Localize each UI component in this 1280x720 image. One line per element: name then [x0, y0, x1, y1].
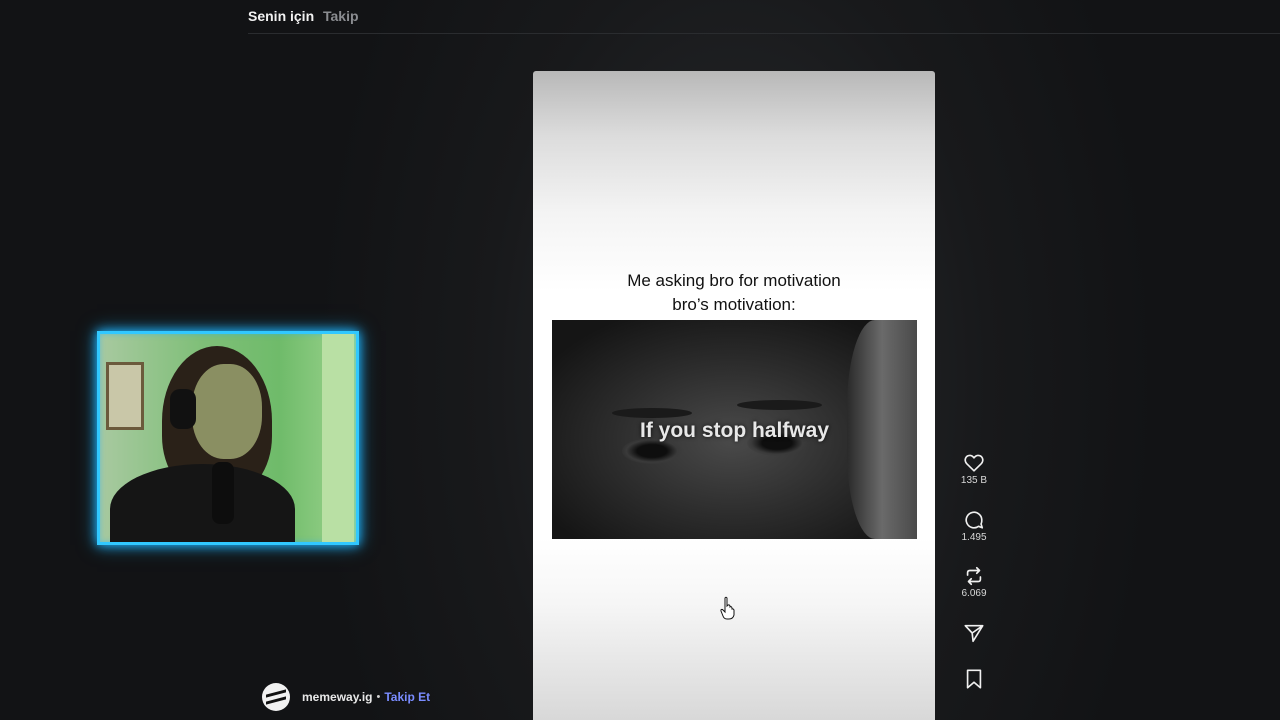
follow-button[interactable]: Takip Et — [384, 690, 430, 704]
memeway-logo-icon — [266, 689, 286, 705]
comment-icon — [965, 511, 984, 529]
tab-following[interactable]: Takip — [323, 8, 359, 24]
share-button[interactable] — [951, 622, 997, 644]
hand-cursor-icon — [720, 596, 735, 620]
repost-icon — [966, 566, 982, 586]
repost-button[interactable]: 6.069 — [951, 565, 997, 599]
microphone — [212, 462, 234, 524]
send-icon — [964, 624, 984, 643]
clip-brow-right — [737, 400, 822, 410]
tab-for-you[interactable]: Senin için — [248, 8, 314, 24]
author-separator: • — [376, 691, 381, 703]
headset — [170, 389, 196, 429]
comment-button[interactable]: 1.495 — [951, 509, 997, 543]
save-button[interactable] — [951, 668, 997, 690]
like-count: 135 B — [960, 475, 988, 486]
post-author: memeway.ig • Takip Et — [262, 683, 430, 711]
wall-picture — [106, 362, 144, 430]
clip-brow-left — [612, 408, 692, 418]
heart-icon — [964, 454, 984, 472]
streamer-shirt — [110, 464, 295, 542]
author-avatar[interactable] — [262, 683, 290, 711]
video-player[interactable]: Me asking bro for motivation bro’s motiv… — [533, 71, 935, 720]
clip-overlay-text: If you stop halfway — [639, 419, 830, 442]
comment-count: 1.495 — [961, 532, 987, 543]
bookmark-icon — [966, 669, 982, 689]
feed-header: Senin için Takip — [248, 0, 1280, 34]
webcam-overlay — [97, 331, 359, 545]
background-door — [322, 334, 354, 542]
meme-caption-line2: bro’s motivation: — [672, 295, 796, 314]
repost-count: 6.069 — [961, 588, 987, 599]
meme-caption-line1: Me asking bro for motivation — [627, 271, 841, 290]
meme-clip: If you stop halfway — [552, 320, 917, 539]
author-username[interactable]: memeway.ig — [302, 690, 372, 704]
like-button[interactable]: 135 B — [951, 452, 997, 486]
streamer-face — [192, 364, 262, 459]
